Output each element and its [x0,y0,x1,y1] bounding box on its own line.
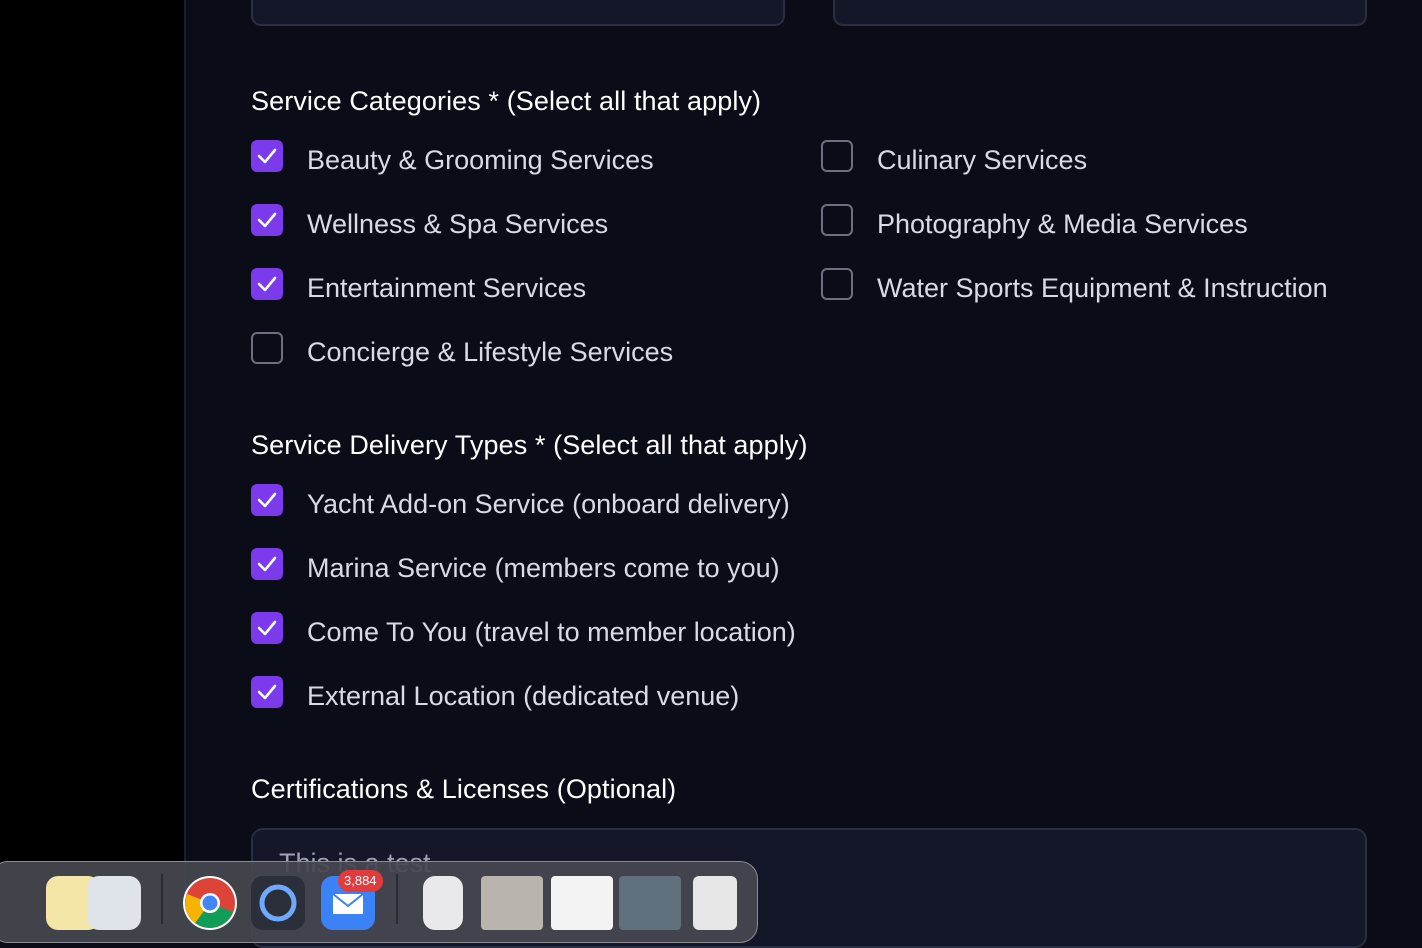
checkbox[interactable] [821,204,853,236]
certifications-title: Certifications & Licenses (Optional) [251,774,677,804]
checkbox[interactable] [251,332,283,364]
delivery-option-external[interactable]: External Location (dedicated venue) [251,676,739,716]
checkmark-icon [257,492,277,508]
option-label: Beauty & Grooming Services [307,144,654,175]
option-label: Water Sports Equipment & Instruction [877,272,1328,303]
option-label: Concierge & Lifestyle Services [307,336,674,367]
option-label: Wellness & Spa Services [307,208,609,239]
category-option-water-sports[interactable]: Water Sports Equipment & Instruction [821,268,1328,308]
checkbox[interactable] [251,548,283,580]
checkmark-icon [257,212,277,228]
checkbox[interactable] [251,612,283,644]
category-option-entertainment[interactable]: Entertainment Services [251,268,586,308]
checkmark-icon [257,684,277,700]
window-thumbnail[interactable] [551,876,613,930]
delivery-option-yacht[interactable]: Yacht Add-on Service (onboard delivery) [251,484,790,524]
checkmark-icon [257,148,277,164]
category-option-beauty[interactable]: Beauty & Grooming Services [251,140,654,180]
delivery-types-title: Service Delivery Types * (Select all tha… [251,430,808,460]
sidebar-panel [0,0,186,916]
category-option-wellness[interactable]: Wellness & Spa Services [251,204,608,244]
delivery-option-marina[interactable]: Marina Service (members come to you) [251,548,780,588]
checkmark-icon [257,276,277,292]
checkbox[interactable] [821,268,853,300]
checkbox[interactable] [251,268,283,300]
window-thumbnail[interactable] [619,876,681,930]
category-option-photography[interactable]: Photography & Media Services [821,204,1248,244]
category-option-concierge[interactable]: Concierge & Lifestyle Services [251,332,673,372]
top-right-field[interactable] [833,0,1367,26]
document-stack-icon[interactable] [423,876,463,930]
checkbox[interactable] [251,204,283,236]
checkbox[interactable] [821,140,853,172]
checkbox[interactable] [251,140,283,172]
window-thumbnail[interactable] [481,876,543,930]
option-label: Photography & Media Services [877,208,1248,239]
checkmark-icon [257,620,277,636]
checkbox[interactable] [251,676,283,708]
proxyman-app-icon[interactable] [251,876,305,930]
option-label: Marina Service (members come to you) [307,552,780,583]
checkbox[interactable] [251,484,283,516]
delivery-option-come-to-you[interactable]: Come To You (travel to member location) [251,612,796,652]
option-label: Culinary Services [877,144,1088,175]
category-option-culinary[interactable]: Culinary Services [821,140,1087,180]
dock-separator [161,874,163,924]
top-left-field[interactable] [251,0,785,26]
chrome-icon[interactable] [183,876,237,930]
option-label: External Location (dedicated venue) [307,680,740,711]
preview-app-icon[interactable] [87,876,141,930]
option-label: Entertainment Services [307,272,587,303]
service-categories-title: Service Categories * (Select all that ap… [251,86,762,116]
option-label: Yacht Add-on Service (onboard delivery) [307,488,790,519]
trash-icon[interactable] [693,876,737,930]
option-label: Come To You (travel to member location) [307,616,796,647]
dock-separator [396,874,398,924]
checkmark-icon [257,556,277,572]
mail-badge: 3,884 [338,870,383,892]
